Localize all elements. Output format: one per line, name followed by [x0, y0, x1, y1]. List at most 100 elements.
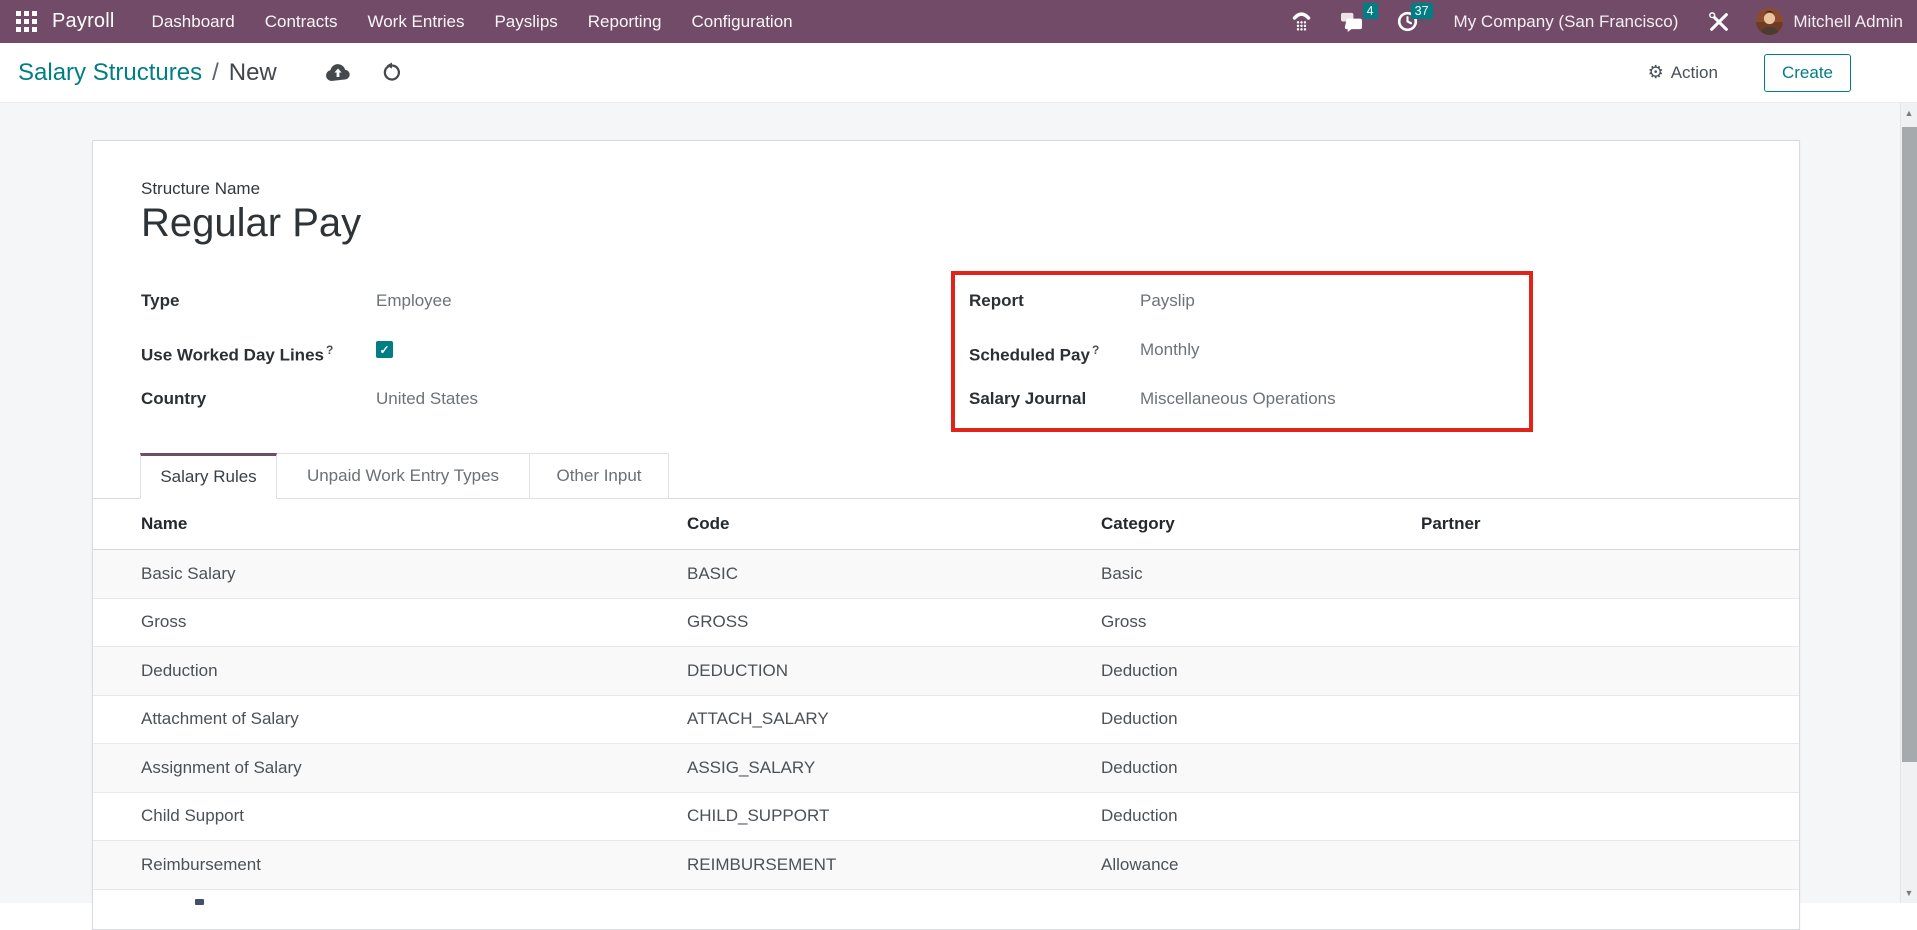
cell-category: Deduction — [1101, 758, 1421, 778]
scheduled-pay-value[interactable]: Monthly — [1140, 338, 1200, 362]
menu-dashboard[interactable]: Dashboard — [137, 0, 250, 43]
use-worked-day-lines-label: Use Worked Day Lines? — [141, 338, 376, 368]
cell-code: ATTACH_SALARY — [687, 709, 1101, 729]
table-row[interactable]: Child Support CHILD_SUPPORT Deduction — [93, 793, 1799, 842]
help-question-mark: ? — [326, 343, 333, 357]
field-report: Report Payslip — [969, 289, 1195, 317]
report-value[interactable]: Payslip — [1140, 289, 1195, 313]
breadcrumb-current: New — [229, 59, 277, 87]
menu-work-entries[interactable]: Work Entries — [352, 0, 479, 43]
debug-tools-icon[interactable] — [1708, 11, 1730, 33]
scroll-up-arrow[interactable]: ▲ — [1901, 108, 1917, 118]
country-value[interactable]: United States — [376, 387, 478, 411]
cell-code: CHILD_SUPPORT — [687, 806, 1101, 826]
breadcrumb-separator: / — [212, 59, 219, 87]
messages-icon[interactable]: 4 — [1340, 11, 1363, 32]
content-area: Structure Name Regular Pay Type Employee… — [0, 103, 1917, 903]
cell-name: Child Support — [141, 806, 687, 826]
column-header-partner[interactable]: Partner — [1421, 514, 1799, 534]
main-menu: Dashboard Contracts Work Entries Payslip… — [137, 0, 808, 43]
cell-name: Reimbursement — [141, 855, 687, 875]
report-label: Report — [969, 289, 1140, 313]
cell-code: REIMBURSEMENT — [687, 855, 1101, 875]
table-row[interactable]: Gross GROSS Gross — [93, 599, 1799, 648]
notebook-tabs: Salary Rules Unpaid Work Entry Types Oth… — [93, 453, 1799, 499]
field-scheduled-pay: Scheduled Pay? Monthly — [969, 338, 1200, 366]
breadcrumb-parent-link[interactable]: Salary Structures — [18, 59, 202, 87]
apps-menu-icon[interactable] — [14, 10, 38, 34]
cell-name: Deduction — [141, 661, 687, 681]
vertical-scrollbar[interactable]: ▲ ▼ — [1900, 103, 1917, 903]
tab-salary-rules[interactable]: Salary Rules — [140, 453, 277, 499]
tab-unpaid-work-entry-types[interactable]: Unpaid Work Entry Types — [277, 453, 530, 499]
messages-badge: 4 — [1363, 3, 1378, 19]
cell-code: GROSS — [687, 612, 1101, 632]
salary-rules-table: Name Code Category Partner Basic Salary … — [93, 499, 1799, 905]
cell-code: BASIC — [687, 564, 1101, 584]
discard-icon[interactable] — [381, 62, 402, 83]
table-header-row: Name Code Category Partner — [93, 499, 1799, 550]
form-sheet: Structure Name Regular Pay Type Employee… — [92, 140, 1800, 930]
app-name[interactable]: Payroll — [52, 10, 115, 33]
salary-journal-value[interactable]: Miscellaneous Operations — [1140, 387, 1336, 411]
field-use-worked-day-lines: Use Worked Day Lines? ✓ — [141, 338, 393, 366]
table-row[interactable]: Attachment of Salary ATTACH_SALARY Deduc… — [93, 696, 1799, 745]
menu-reporting[interactable]: Reporting — [573, 0, 677, 43]
activities-badge: 37 — [1411, 3, 1433, 19]
table-row[interactable]: Basic Salary BASIC Basic — [93, 550, 1799, 599]
cell-name: Gross — [141, 612, 687, 632]
help-question-mark: ? — [1092, 343, 1099, 357]
table-body: Basic Salary BASIC Basic Gross GROSS Gro… — [93, 550, 1799, 905]
scrollbar-thumb[interactable] — [1902, 127, 1917, 762]
cell-name: Basic Salary — [141, 564, 687, 584]
table-row[interactable]: Reimbursement REIMBURSEMENT Allowance — [93, 841, 1799, 890]
menu-payslips[interactable]: Payslips — [479, 0, 572, 43]
column-header-category[interactable]: Category — [1101, 514, 1421, 534]
grid-icon — [16, 11, 37, 32]
cell-category: Gross — [1101, 612, 1421, 632]
field-type: Type Employee — [141, 289, 452, 317]
action-menu-button[interactable]: ⚙ Action — [1648, 62, 1718, 83]
cell-name: Assignment of Salary — [141, 758, 687, 778]
structure-name-value[interactable]: Regular Pay — [141, 199, 361, 247]
column-header-name[interactable]: Name — [141, 514, 687, 534]
type-label: Type — [141, 289, 376, 313]
scheduled-pay-label: Scheduled Pay? — [969, 338, 1140, 368]
company-switcher[interactable]: My Company (San Francisco) — [1454, 12, 1679, 32]
field-country: Country United States — [141, 387, 478, 415]
cell-category: Deduction — [1101, 661, 1421, 681]
action-label: Action — [1671, 63, 1718, 83]
systray: 4 37 My Company (San Francisco) — [1291, 8, 1903, 35]
field-salary-journal: Salary Journal Miscellaneous Operations — [969, 387, 1336, 415]
menu-contracts[interactable]: Contracts — [250, 0, 353, 43]
table-row[interactable]: Assignment of Salary ASSIG_SALARY Deduct… — [93, 744, 1799, 793]
clipped-text-fragment — [195, 899, 204, 905]
country-label: Country — [141, 387, 376, 411]
table-row[interactable]: Deduction DEDUCTION Deduction — [93, 647, 1799, 696]
cell-code: ASSIG_SALARY — [687, 758, 1101, 778]
user-menu[interactable]: Mitchell Admin — [1793, 12, 1903, 32]
salary-journal-label: Salary Journal — [969, 387, 1140, 411]
cell-category: Allowance — [1101, 855, 1421, 875]
menu-configuration[interactable]: Configuration — [677, 0, 808, 43]
tab-other-input[interactable]: Other Input — [530, 453, 669, 499]
use-worked-day-lines-checkbox[interactable]: ✓ — [376, 341, 393, 358]
check-icon: ✓ — [379, 344, 389, 356]
voip-phone-icon[interactable] — [1291, 11, 1312, 32]
structure-name-label: Structure Name — [141, 179, 260, 199]
top-navbar: Payroll Dashboard Contracts Work Entries… — [0, 0, 1917, 43]
gear-icon: ⚙ — [1648, 62, 1664, 83]
breadcrumb: Salary Structures / New — [18, 59, 277, 87]
clipped-table-row — [93, 890, 1799, 905]
cell-category: Deduction — [1101, 709, 1421, 729]
cell-category: Deduction — [1101, 806, 1421, 826]
scroll-down-arrow[interactable]: ▼ — [1901, 888, 1917, 898]
create-button[interactable]: Create — [1764, 54, 1851, 92]
cell-name: Attachment of Salary — [141, 709, 687, 729]
type-value[interactable]: Employee — [376, 289, 452, 313]
column-header-code[interactable]: Code — [687, 514, 1101, 534]
save-cloud-icon[interactable] — [325, 63, 351, 83]
activities-clock-icon[interactable]: 37 — [1397, 11, 1418, 32]
cell-category: Basic — [1101, 564, 1421, 584]
user-avatar[interactable] — [1756, 8, 1783, 35]
